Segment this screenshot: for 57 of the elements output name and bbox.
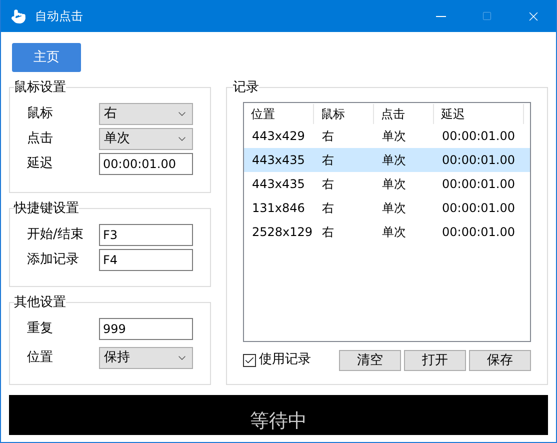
checkbox[interactable] xyxy=(243,354,256,366)
table-cell-text: 右 xyxy=(321,152,335,168)
dropdown[interactable]: 右 xyxy=(99,102,193,124)
table-cell-text: 单次 xyxy=(381,152,407,168)
input-field[interactable]: 00:00:01.00 xyxy=(99,152,193,174)
table-row[interactable]: 443x429 右 单次 00:00:01.00 xyxy=(244,124,530,148)
table-cell-text: 右 xyxy=(321,176,335,192)
table-cell-text: 443x429 xyxy=(251,128,306,144)
table-cell-text: 00:00:01.00 xyxy=(441,176,516,192)
table-row[interactable]: 131x846 右 单次 00:00:01.00 xyxy=(244,196,530,220)
home-button[interactable]: 主页 xyxy=(12,43,81,72)
table-cell-text: 2528x129 xyxy=(251,224,314,240)
action-button[interactable]: 保存 xyxy=(469,350,531,370)
hand-pointer-icon xyxy=(11,8,26,24)
action-button[interactable]: 打开 xyxy=(404,350,466,370)
table-cell-text: 单次 xyxy=(381,200,407,216)
table-cell-text: 00:00:01.00 xyxy=(441,152,516,168)
group-title: 记录 xyxy=(233,79,259,97)
use-records-checkbox[interactable]: 使用记录 xyxy=(243,350,339,370)
field-label: 点击 xyxy=(27,130,54,148)
field-label: 鼠标 xyxy=(27,104,54,123)
group-title: 快捷键设置 xyxy=(14,200,79,218)
table-cell-text: 单次 xyxy=(381,224,407,240)
dropdown[interactable]: 单次 xyxy=(99,128,193,150)
input-field[interactable]: F3 xyxy=(99,224,193,246)
table-cell-text: 右 xyxy=(321,224,335,240)
input-field[interactable]: F4 xyxy=(99,248,193,270)
column-header[interactable]: 延迟 xyxy=(434,104,524,124)
table-cell-text: 00:00:01.00 xyxy=(441,224,516,240)
table-cell-text: 443x435 xyxy=(251,152,306,168)
column-header[interactable]: 位置 xyxy=(244,104,314,124)
table-cell-text: 443x435 xyxy=(251,176,306,192)
field-label: 延迟 xyxy=(27,154,54,173)
action-button[interactable]: 清空 xyxy=(339,350,401,370)
dropdown[interactable]: 保持 xyxy=(99,346,193,368)
group-title: 鼠标设置 xyxy=(14,79,66,97)
table-cell-text: 右 xyxy=(321,200,335,216)
maximize-icon xyxy=(482,11,492,21)
table-cell-text: 131x846 xyxy=(251,200,306,216)
table-row[interactable]: 443x435 右 单次 00:00:01.00 xyxy=(244,148,530,172)
table-cell-text: 00:00:01.00 xyxy=(441,200,516,216)
table-row[interactable]: 2528x129 右 单次 00:00:01.00 xyxy=(244,220,530,244)
column-header[interactable]: 点击 xyxy=(374,104,434,124)
field-label: 重复 xyxy=(27,320,54,338)
table-cell-text: 单次 xyxy=(381,128,407,144)
status-text: 等待中 xyxy=(250,409,307,434)
table-row[interactable]: 443x435 右 单次 00:00:01.00 xyxy=(244,172,530,196)
field-label: 添加记录 xyxy=(27,250,80,269)
table-cell-text: 00:00:01.00 xyxy=(441,128,516,144)
table-cell-text: 单次 xyxy=(381,176,407,192)
input-field[interactable]: 999 xyxy=(99,318,193,340)
group-title: 其他设置 xyxy=(14,294,66,312)
field-label: 位置 xyxy=(27,348,54,367)
table-cell-text: 右 xyxy=(321,128,335,144)
window-title: 自动点击 xyxy=(35,8,83,25)
column-header[interactable]: 鼠标 xyxy=(314,104,374,124)
field-label: 开始/结束 xyxy=(27,226,84,244)
